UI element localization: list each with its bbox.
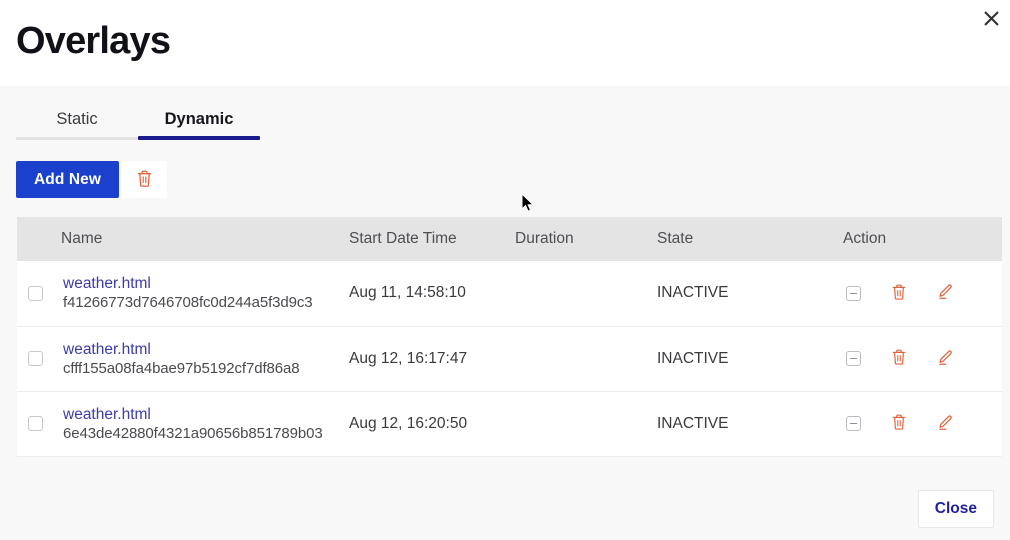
overlay-state: INACTIVE: [657, 415, 843, 433]
column-header-select: [17, 217, 61, 261]
table-row: weather.html 6e43de42880f4321a90656b8517…: [17, 391, 1002, 456]
table-head: Name Start Date Time Duration State Acti…: [17, 217, 1002, 261]
row-start-cell: Aug 12, 16:20:50: [349, 391, 515, 456]
table-body: weather.html f41266773d7646708fc0d244a5f…: [17, 261, 1002, 456]
row-select-cell: [17, 261, 61, 326]
bulk-delete-button[interactable]: [121, 161, 167, 198]
overlay-start-datetime: Aug 12, 16:20:50: [349, 415, 515, 433]
overlay-name-link[interactable]: weather.html: [63, 405, 349, 424]
page-title: Overlays: [16, 0, 994, 60]
tab-dynamic-underline: [138, 136, 260, 140]
tab-dynamic-label: Dynamic: [138, 108, 260, 130]
delete-row-button[interactable]: [889, 283, 909, 303]
tab-static-underline: [16, 137, 138, 140]
column-header-duration: Duration: [515, 217, 657, 261]
row-start-cell: Aug 12, 16:17:47: [349, 326, 515, 391]
overlay-hash: f41266773d7646708fc0d244a5f3d9c3: [63, 294, 313, 311]
row-select-cell: [17, 326, 61, 391]
row-name-cell: weather.html cfff155a08fa4bae97b5192cf7d…: [61, 326, 349, 391]
row-checkbox[interactable]: [28, 286, 43, 301]
row-actions: [843, 349, 1002, 369]
overlay-hash: cfff155a08fa4bae97b5192cf7df86a8: [63, 360, 299, 377]
row-checkbox[interactable]: [28, 416, 43, 431]
tabs-bar: Static Dynamic: [0, 86, 1010, 140]
overlays-table-container: Name Start Date Time Duration State Acti…: [17, 217, 1002, 457]
row-checkbox[interactable]: [28, 351, 43, 366]
row-actions: [843, 283, 1002, 303]
overlay-state: INACTIVE: [657, 350, 843, 368]
row-action-cell: [843, 391, 1002, 456]
row-action-cell: [843, 261, 1002, 326]
row-duration-cell: [515, 391, 657, 456]
toggle-activate-button[interactable]: [843, 283, 863, 303]
add-new-button[interactable]: Add New: [16, 161, 119, 198]
column-header-start-date-time: Start Date Time: [349, 217, 515, 261]
tab-static-label: Static: [16, 108, 138, 130]
edit-row-button[interactable]: [935, 349, 955, 369]
tab-static[interactable]: Static: [16, 108, 138, 140]
trash-icon: [892, 414, 906, 433]
delete-row-button[interactable]: [889, 414, 909, 434]
overlay-start-datetime: Aug 12, 16:17:47: [349, 350, 515, 368]
minus-box-icon: [846, 286, 861, 301]
close-x-icon[interactable]: [978, 5, 1004, 31]
row-state-cell: INACTIVE: [657, 261, 843, 326]
pencil-edit-icon: [937, 283, 954, 303]
toggle-activate-button[interactable]: [843, 349, 863, 369]
row-start-cell: Aug 11, 14:58:10: [349, 261, 515, 326]
table-row: weather.html cfff155a08fa4bae97b5192cf7d…: [17, 326, 1002, 391]
minus-box-icon: [846, 351, 861, 366]
trash-icon: [892, 349, 906, 368]
table-header-row: Name Start Date Time Duration State Acti…: [17, 217, 1002, 261]
delete-row-button[interactable]: [889, 349, 909, 369]
trash-icon: [137, 170, 152, 190]
overlays-table: Name Start Date Time Duration State Acti…: [17, 217, 1002, 457]
pencil-edit-icon: [937, 414, 954, 434]
column-header-action: Action: [843, 217, 1002, 261]
minus-box-icon: [846, 416, 861, 431]
row-name-cell: weather.html 6e43de42880f4321a90656b8517…: [61, 391, 349, 456]
row-state-cell: INACTIVE: [657, 326, 843, 391]
dialog-footer: Close: [0, 478, 1010, 540]
row-duration-cell: [515, 326, 657, 391]
row-name-cell: weather.html f41266773d7646708fc0d244a5f…: [61, 261, 349, 326]
toolbar: Add New: [0, 140, 1010, 198]
overlay-name-link[interactable]: weather.html: [63, 340, 349, 359]
tab-dynamic[interactable]: Dynamic: [138, 108, 260, 140]
overlay-hash: 6e43de42880f4321a90656b851789b03: [63, 425, 323, 442]
column-header-name: Name: [61, 217, 349, 261]
edit-row-button[interactable]: [935, 414, 955, 434]
row-state-cell: INACTIVE: [657, 391, 843, 456]
row-duration-cell: [515, 261, 657, 326]
overlay-state: INACTIVE: [657, 284, 843, 302]
overlay-name-link[interactable]: weather.html: [63, 274, 349, 293]
dialog-header: Overlays: [0, 0, 1010, 86]
row-select-cell: [17, 391, 61, 456]
edit-row-button[interactable]: [935, 283, 955, 303]
row-action-cell: [843, 326, 1002, 391]
overlay-start-datetime: Aug 11, 14:58:10: [349, 284, 515, 302]
pencil-edit-icon: [937, 349, 954, 369]
table-row: weather.html f41266773d7646708fc0d244a5f…: [17, 261, 1002, 326]
row-actions: [843, 414, 1002, 434]
toggle-activate-button[interactable]: [843, 414, 863, 434]
trash-icon: [892, 284, 906, 303]
close-button[interactable]: Close: [918, 490, 994, 528]
column-header-state: State: [657, 217, 843, 261]
